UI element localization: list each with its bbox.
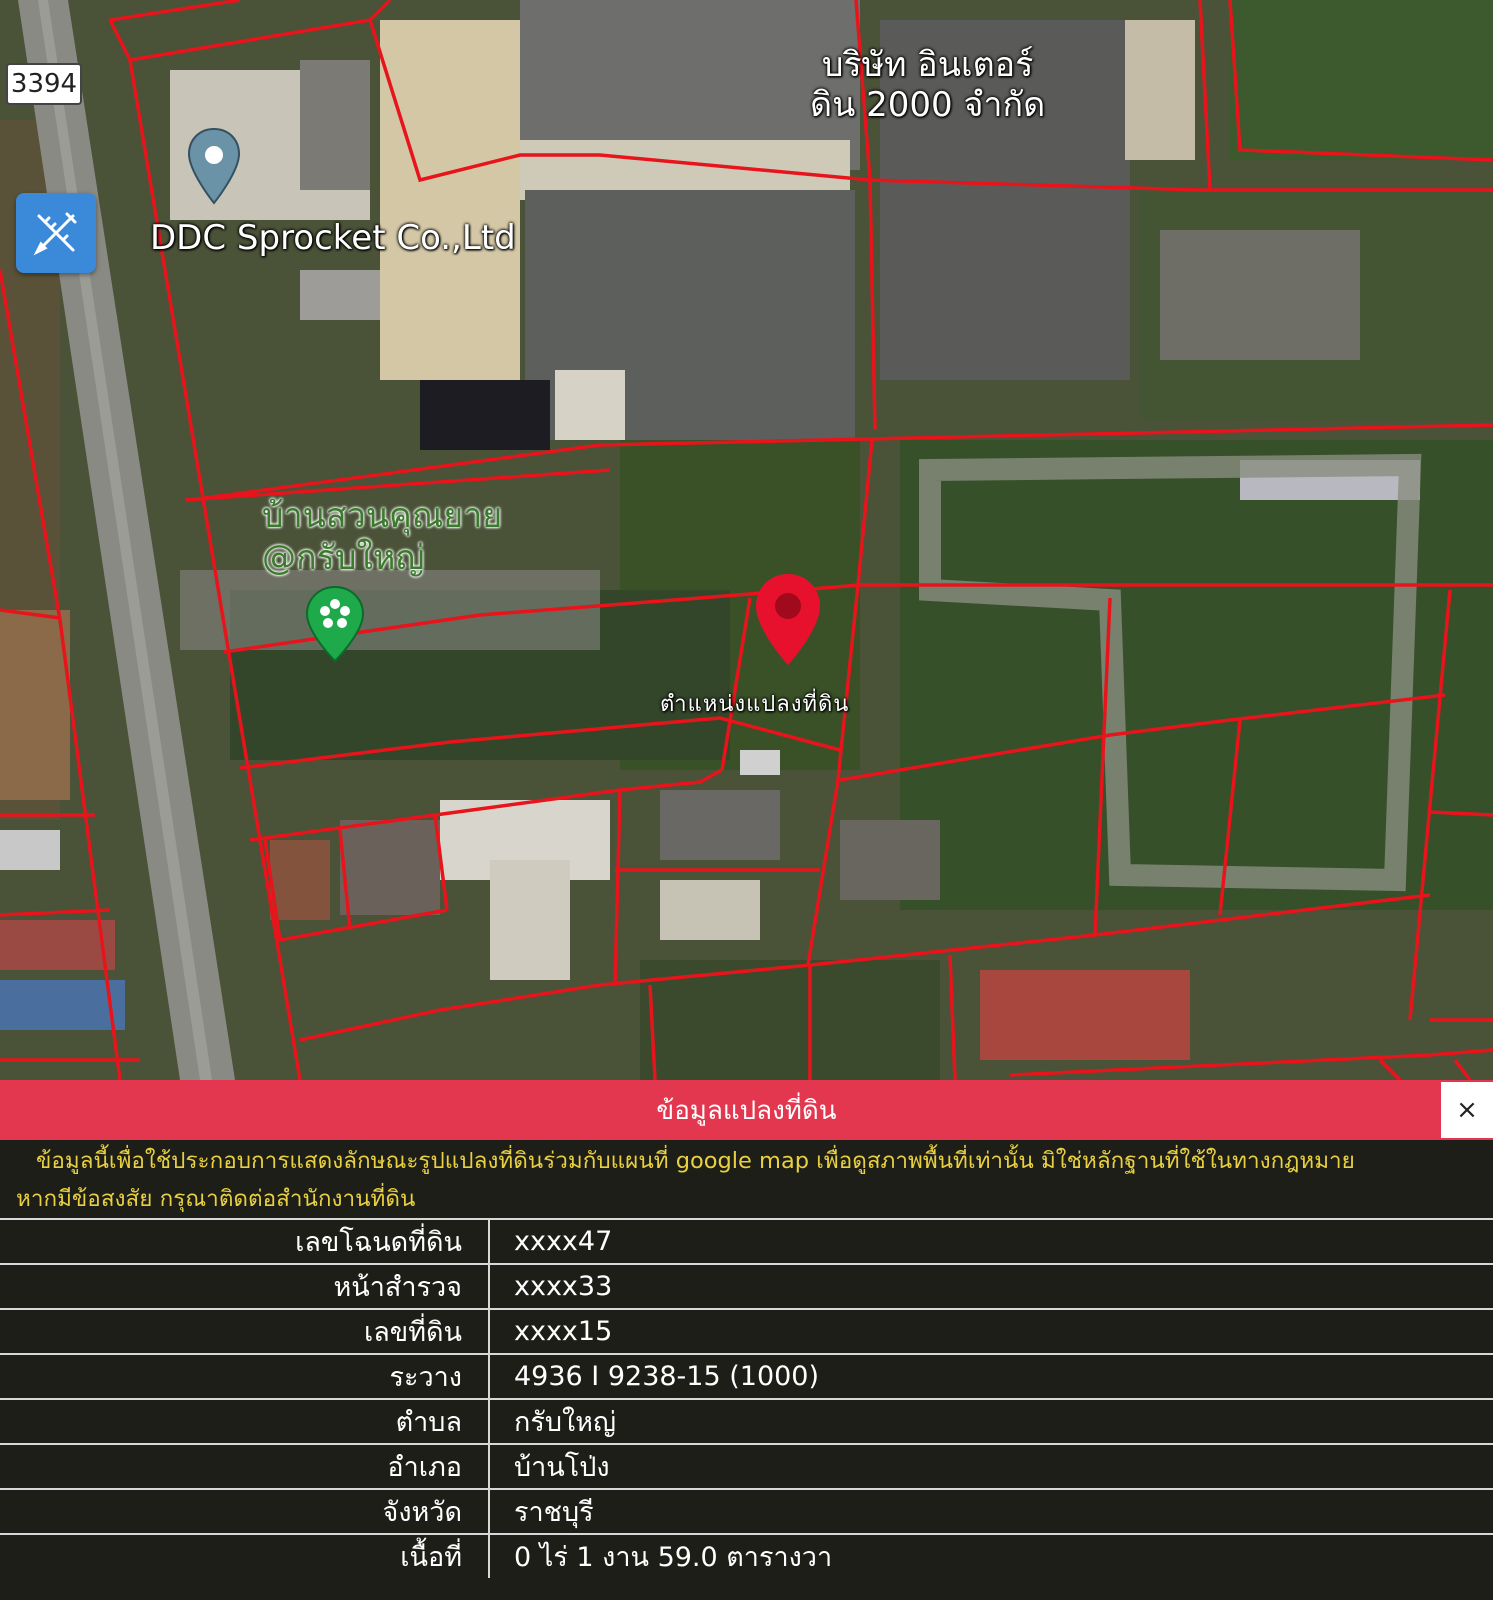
road-shield-number: 3394 — [10, 69, 78, 99]
road-shield: 3394 — [6, 63, 82, 105]
panel-header: ข้อมูลแปลงที่ดิน × — [0, 1080, 1493, 1140]
place-pin-icon[interactable] — [186, 127, 242, 207]
table-row: เนื้อที่ 0 ไร่ 1 งาน 59.0 ตารางวา — [0, 1533, 1493, 1578]
pencil-ruler-icon — [33, 212, 77, 256]
row-label: หน้าสำรวจ — [0, 1263, 490, 1309]
row-label: อำเภอ — [0, 1443, 490, 1489]
row-value: บ้านโป่ง — [489, 1443, 1493, 1489]
row-label: ระวาง — [0, 1353, 490, 1399]
row-value: xxxx33 — [489, 1263, 1493, 1309]
row-label: เนื้อที่ — [0, 1533, 490, 1578]
row-label: เลขโฉนดที่ดิน — [0, 1218, 490, 1264]
close-icon: × — [1456, 1095, 1478, 1125]
parcel-location-label: ตำแหน่งแปลงที่ดิน — [660, 692, 850, 717]
row-value: 0 ไร่ 1 งาน 59.0 ตารางวา — [489, 1533, 1493, 1578]
location-pin-icon[interactable] — [753, 572, 823, 667]
row-label: ตำบล — [0, 1398, 490, 1444]
table-row: อำเภอ บ้านโป่ง — [0, 1443, 1493, 1489]
factory-label: บริษัท อินเตอร์ ดิน 2000 จำกัด — [810, 45, 1045, 125]
factory-label-line1: บริษัท อินเตอร์ — [821, 45, 1034, 85]
disclaimer-line2: หากมีข้อสงสัย กรุณาติดต่อสำนักงานที่ดิน — [16, 1186, 416, 1212]
close-button[interactable]: × — [1441, 1082, 1493, 1138]
flower-pin-icon[interactable] — [304, 585, 366, 665]
measure-tool-button[interactable] — [16, 193, 96, 273]
disclaimer-line1: ข้อมูลนี้เพื่อใช้ประกอบการแสดงลักษณะรูปแ… — [36, 1148, 1355, 1174]
table-row: ระวาง 4936 I 9238-15 (1000) — [0, 1353, 1493, 1399]
row-value: ราชบุรี — [489, 1488, 1493, 1534]
panel-title: ข้อมูลแปลงที่ดิน — [656, 1095, 837, 1126]
row-label: จังหวัด — [0, 1488, 490, 1534]
table-row: ตำบล กรับใหญ่ — [0, 1398, 1493, 1444]
factory-label-line2: ดิน 2000 จำกัด — [810, 85, 1046, 125]
row-value: xxxx47 — [489, 1218, 1493, 1264]
land-info-table: เลขโฉนดที่ดิน xxxx47 หน้าสำรวจ xxxx33 เล… — [0, 1218, 1493, 1578]
table-row: เลขโฉนดที่ดิน xxxx47 — [0, 1218, 1493, 1264]
row-value: 4936 I 9238-15 (1000) — [489, 1353, 1493, 1399]
table-row: จังหวัด ราชบุรี — [0, 1488, 1493, 1534]
land-info-panel: ข้อมูลแปลงที่ดิน × ข้อมูลนี้เพื่อใช้ประก… — [0, 1080, 1493, 1600]
row-label: เลขที่ดิน — [0, 1308, 490, 1354]
disclaimer-text: ข้อมูลนี้เพื่อใช้ประกอบการแสดงลักษณะรูปแ… — [0, 1140, 1493, 1218]
company-label: DDC Sprocket Co.,Ltd — [150, 218, 516, 258]
table-row: เลขที่ดิน xxxx15 — [0, 1308, 1493, 1354]
row-value: xxxx15 — [489, 1308, 1493, 1354]
garden-label-line2: @กรับใหญ่ — [262, 538, 425, 578]
satellite-map[interactable]: 3394 DDC Sprocket Co.,Ltd บริษัท อินเตอร… — [0, 0, 1493, 1080]
table-row: หน้าสำรวจ xxxx33 — [0, 1263, 1493, 1309]
garden-label: บ้านสวนคุณยาย @กรับใหญ่ — [262, 495, 502, 579]
garden-label-line1: บ้านสวนคุณยาย — [262, 496, 503, 536]
row-value: กรับใหญ่ — [489, 1398, 1493, 1444]
